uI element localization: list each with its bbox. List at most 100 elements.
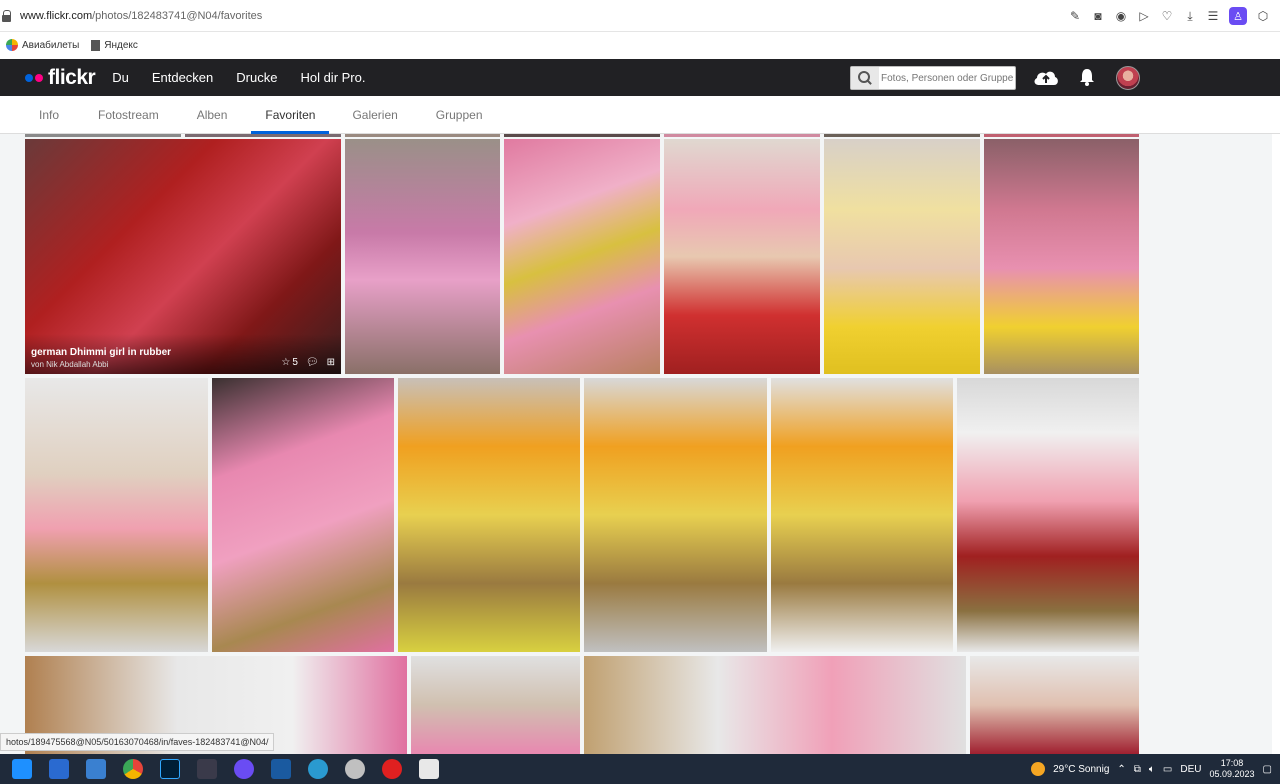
store-icon[interactable]	[49, 759, 69, 779]
send-icon[interactable]: ▷	[1137, 9, 1151, 23]
opera-icon[interactable]	[382, 759, 402, 779]
bookmark-label: Яндекс	[104, 39, 138, 51]
photo-tile[interactable]	[970, 656, 1139, 754]
menu-icon[interactable]: ☰	[1206, 9, 1220, 23]
bookmark-item[interactable]: Яндекс	[91, 39, 138, 51]
app-icon[interactable]	[419, 759, 439, 779]
star-icon: ☆	[281, 357, 291, 368]
photo-title[interactable]: german Dhimmi girl in rubber	[31, 347, 171, 358]
photo-tile[interactable]	[584, 378, 767, 652]
app-icon[interactable]	[345, 759, 365, 779]
logo-dot-blue	[25, 73, 33, 82]
language-indicator[interactable]: DEU	[1180, 764, 1201, 775]
weather-sun-icon[interactable]	[1031, 762, 1046, 776]
bookmark-label: Авиабилеты	[22, 39, 80, 51]
profile-tabs: Info Fotostream Alben Favoriten Galerien…	[0, 96, 1280, 134]
photo-tile[interactable]	[771, 378, 953, 652]
clock[interactable]: 17:08 05.09.2023	[1210, 758, 1255, 780]
app-icon[interactable]	[271, 759, 291, 779]
chrome-icon[interactable]	[123, 759, 143, 779]
main-nav: Du Entdecken Drucke Hol dir Pro.	[112, 70, 382, 85]
photo-tile[interactable]	[984, 134, 1139, 137]
search-box[interactable]	[850, 66, 1016, 90]
profile-icon[interactable]: ♙	[1229, 7, 1247, 25]
notifications-icon[interactable]: ▢	[1263, 764, 1272, 775]
photo-actions: ☆ 5 💬︎ ⊞	[281, 357, 335, 368]
fave-button[interactable]: ☆ 5	[281, 357, 298, 368]
photo-tile[interactable]	[664, 139, 820, 374]
app-icon[interactable]	[308, 759, 328, 779]
yandex-browser-icon[interactable]	[234, 759, 254, 779]
favorites-photo-grid: german Dhimmi girl in rubber von Nik Abd…	[0, 134, 1280, 754]
windows-taskbar: 29°C Sonnig ⌃ ⧉ 🔈︎ ▭ DEU 17:08 05.09.2023…	[0, 754, 1280, 784]
battery-icon[interactable]: ▭	[1163, 764, 1172, 775]
url-path: /photos/182483741@N04/favorites	[92, 9, 263, 22]
tab-gruppen[interactable]: Gruppen	[436, 96, 483, 134]
edit-icon[interactable]: ✎	[1068, 9, 1082, 23]
camera-icon[interactable]: ◙	[1091, 9, 1105, 23]
notification-bell-icon[interactable]	[1078, 68, 1096, 86]
bookmarks-bar: Авиабилеты Яндекс	[0, 33, 1280, 57]
status-link-preview: hotos/189475568@N05/50163070468/in/faves…	[0, 733, 275, 751]
nav-drucke[interactable]: Drucke	[236, 70, 294, 85]
photo-tile[interactable]	[504, 134, 660, 137]
photo-tile[interactable]	[584, 656, 966, 754]
user-avatar[interactable]	[1116, 66, 1140, 90]
photo-tile[interactable]	[824, 134, 980, 137]
page-scrollbar[interactable]	[1272, 134, 1280, 754]
featured-photo-tile[interactable]: german Dhimmi girl in rubber von Nik Abd…	[25, 139, 341, 374]
photo-tile[interactable]	[398, 378, 580, 652]
url-text[interactable]: www.flickr.com/photos/182483741@N04/favo…	[20, 10, 262, 22]
photo-tile[interactable]	[212, 378, 394, 652]
network-icon[interactable]: ⧉	[1134, 764, 1141, 775]
photo-tile[interactable]	[411, 656, 580, 754]
photo-author[interactable]: von Nik Abdallah Abbi	[31, 360, 108, 369]
download-icon[interactable]: ⤓	[1183, 9, 1197, 23]
volume-icon[interactable]: 🔈︎	[1149, 764, 1155, 775]
bookmark-page-icon	[91, 39, 101, 51]
heart-icon[interactable]: ♡	[1160, 9, 1174, 23]
add-to-gallery-icon[interactable]: ⊞	[327, 357, 335, 368]
photo-tile[interactable]	[664, 134, 820, 137]
photoshop-icon[interactable]	[160, 759, 180, 779]
mail-icon[interactable]	[86, 759, 106, 779]
lock-icon	[2, 9, 12, 22]
search-icon[interactable]	[851, 67, 879, 89]
tray-chevron-icon[interactable]: ⌃	[1117, 764, 1125, 775]
url-host: www.flickr.com	[20, 9, 93, 22]
bookmark-item[interactable]: Авиабилеты	[6, 39, 79, 51]
photo-tile[interactable]	[345, 134, 500, 137]
photo-tile[interactable]	[185, 134, 341, 137]
comment-icon[interactable]: 💬︎	[306, 357, 319, 368]
edge-icon[interactable]	[12, 759, 32, 779]
tab-info[interactable]: Info	[39, 96, 59, 134]
photo-tile[interactable]	[824, 139, 980, 374]
nav-pro[interactable]: Hol dir Pro.	[300, 70, 382, 85]
photo-tile[interactable]	[984, 139, 1139, 374]
clock-time: 17:08	[1220, 758, 1244, 768]
app-icon[interactable]	[197, 759, 217, 779]
photo-tile[interactable]	[957, 378, 1139, 652]
browser-toolbar: ✎ ◙ ◉ ▷ ♡ ⤓ ☰ ♙ ⬡	[1068, 7, 1270, 25]
browser-address-bar[interactable]: www.flickr.com/photos/182483741@N04/favo…	[0, 0, 1280, 32]
fave-count: 5	[292, 357, 298, 368]
tab-alben[interactable]: Alben	[197, 96, 228, 134]
nav-du[interactable]: Du	[112, 70, 146, 85]
flickr-navbar: flickr Du Entdecken Drucke Hol dir Pro.	[0, 59, 1280, 96]
media-icon[interactable]: ◉	[1114, 9, 1128, 23]
tab-fotostream[interactable]: Fotostream	[98, 96, 159, 134]
travel-icon	[6, 39, 18, 51]
nav-entdecken[interactable]: Entdecken	[152, 70, 230, 85]
search-input[interactable]	[879, 72, 1013, 84]
logo-text: flickr	[48, 65, 96, 89]
weather-text[interactable]: 29°C Sonnig	[1053, 764, 1109, 775]
tab-galerien[interactable]: Galerien	[352, 96, 397, 134]
flickr-logo[interactable]: flickr	[25, 65, 96, 90]
photo-tile[interactable]	[504, 139, 660, 374]
photo-tile[interactable]	[25, 134, 181, 137]
extensions-icon[interactable]: ⬡	[1256, 9, 1270, 23]
photo-tile[interactable]	[345, 139, 500, 374]
upload-cloud-icon[interactable]	[1033, 68, 1059, 86]
photo-tile[interactable]	[25, 378, 208, 652]
tab-favoriten[interactable]: Favoriten	[251, 96, 330, 134]
